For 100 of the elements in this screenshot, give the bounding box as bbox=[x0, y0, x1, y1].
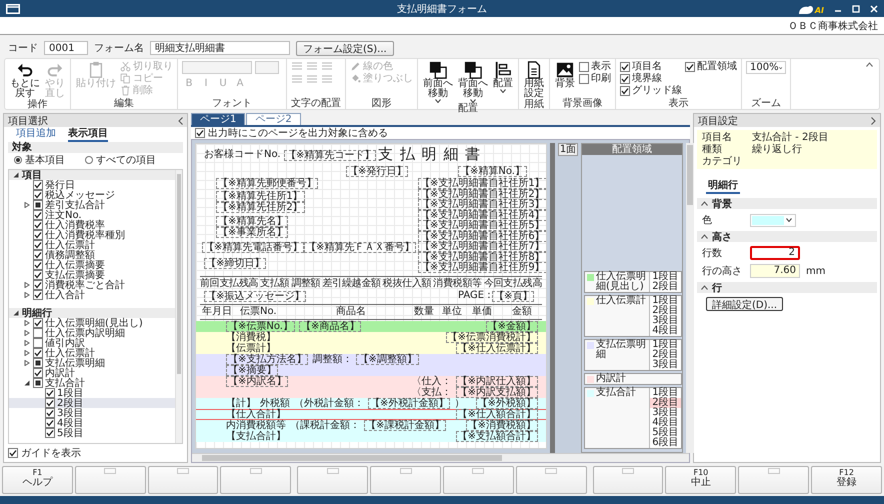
expand-icon[interactable] bbox=[871, 116, 876, 124]
checkbox[interactable] bbox=[8, 448, 18, 458]
checkbox[interactable] bbox=[620, 74, 630, 84]
collapsed-arrow-icon[interactable] bbox=[23, 340, 31, 346]
tree-item[interactable]: 仕入伝票摘要 bbox=[9, 260, 175, 270]
tree-item[interactable]: 仕入消費税率 bbox=[9, 220, 175, 230]
band-legend[interactable]: 支払伝票明細 1段目 2段目 3段目 bbox=[584, 339, 682, 371]
input-field[interactable]: 7.60 bbox=[750, 264, 800, 278]
close-icon[interactable] bbox=[870, 4, 878, 12]
section-header[interactable]: 背景 bbox=[697, 198, 877, 209]
checkbox[interactable] bbox=[33, 348, 43, 358]
checkbox[interactable] bbox=[45, 388, 55, 398]
checkbox[interactable] bbox=[33, 270, 43, 280]
checkbox[interactable] bbox=[33, 260, 43, 270]
tree-item[interactable]: 消費税率ごと合計 bbox=[9, 280, 175, 290]
checkbox[interactable] bbox=[33, 200, 43, 210]
function-key[interactable]: F10 中止 bbox=[665, 466, 736, 494]
checkbox[interactable] bbox=[620, 62, 630, 72]
maximize-icon[interactable] bbox=[852, 4, 860, 12]
expanded-arrow-icon[interactable] bbox=[12, 310, 20, 316]
tree-group-header[interactable]: 項目 bbox=[9, 170, 175, 180]
band-legend[interactable]: 仕入伝票計 1段目 2段目 3段目 4段目 bbox=[584, 295, 682, 337]
collapse-ribbon-icon[interactable] bbox=[866, 62, 873, 67]
tree-item[interactable]: 支払伝票摘要 bbox=[9, 270, 175, 280]
ribbon-button[interactable]: 配置 bbox=[492, 61, 514, 93]
expanded-arrow-icon[interactable] bbox=[12, 172, 20, 178]
tree-item[interactable]: 5段目 bbox=[9, 428, 175, 438]
checkbox[interactable] bbox=[33, 358, 43, 368]
checkbox[interactable] bbox=[579, 74, 589, 84]
band-legend[interactable]: 支払合計 1段目 2段目 3段目 4段目 5段目 6段目 bbox=[584, 387, 682, 449]
checkbox[interactable] bbox=[33, 290, 43, 300]
scrollbar[interactable] bbox=[686, 143, 694, 453]
tree-item[interactable]: 支払合計 bbox=[9, 378, 175, 388]
side-tab[interactable]: 1面 bbox=[558, 143, 578, 156]
form-settings-button[interactable]: フォーム設定(S)... bbox=[296, 40, 394, 56]
radio-button[interactable]: すべての項目 bbox=[85, 153, 156, 167]
checkbox[interactable] bbox=[620, 86, 630, 96]
dropdown[interactable]: 100% bbox=[746, 61, 786, 74]
checkbox[interactable] bbox=[33, 210, 43, 220]
checkbox[interactable] bbox=[45, 398, 55, 408]
tree-item[interactable]: 仕入伝票内訳明細 bbox=[9, 328, 175, 338]
checkbox[interactable] bbox=[33, 318, 43, 328]
detail-settings-button[interactable]: 詳細設定(D)... bbox=[706, 297, 784, 311]
radio-button[interactable]: 基本項目 bbox=[14, 153, 65, 167]
scrollbar[interactable] bbox=[192, 453, 689, 462]
code-field[interactable]: 0001 bbox=[44, 41, 88, 55]
collapsed-arrow-icon[interactable] bbox=[23, 282, 31, 288]
checkbox[interactable] bbox=[45, 428, 55, 438]
tree-item[interactable]: 3段目 bbox=[9, 408, 175, 418]
tree-item[interactable]: 税込メッセージ bbox=[9, 190, 175, 200]
band-legend[interactable]: 仕入伝票明細(見出し) 1段目 2段目 bbox=[584, 271, 682, 293]
collapsed-arrow-icon[interactable] bbox=[23, 330, 31, 336]
checkbox[interactable] bbox=[33, 230, 43, 240]
section-header[interactable]: 行 bbox=[697, 282, 877, 293]
tab[interactable]: 明細行 bbox=[706, 178, 740, 194]
checkbox[interactable] bbox=[33, 338, 43, 348]
tree-group-header[interactable]: 明細行 bbox=[9, 308, 175, 318]
tree-item[interactable]: 発行日 bbox=[9, 180, 175, 190]
function-key[interactable]: F12 登録 bbox=[811, 466, 882, 494]
page-tab[interactable]: ページ1 bbox=[191, 113, 246, 125]
tree-item[interactable]: 内訳計 bbox=[9, 368, 175, 378]
collapsed-arrow-icon[interactable] bbox=[23, 360, 31, 366]
tree-item[interactable]: 注文No. bbox=[9, 210, 175, 220]
input-field[interactable]: 2 bbox=[750, 246, 800, 260]
ribbon-button[interactable]: もとに 戻す bbox=[9, 61, 41, 99]
checkbox[interactable] bbox=[33, 220, 43, 230]
tree-item[interactable]: 債務調整額 bbox=[9, 250, 175, 260]
checkbox[interactable] bbox=[33, 368, 43, 378]
checkbox[interactable] bbox=[685, 62, 695, 72]
ribbon-button[interactable]: 用紙 設定 bbox=[523, 61, 545, 99]
band-legend[interactable]: 内訳計 bbox=[584, 373, 682, 385]
ribbon-button[interactable]: 背景 bbox=[554, 61, 576, 89]
checkbox[interactable] bbox=[33, 328, 43, 338]
tab[interactable]: 項目追加 bbox=[16, 128, 56, 140]
tree-item[interactable]: 支払伝票明細 bbox=[9, 358, 175, 368]
tree-item[interactable]: 4段目 bbox=[9, 418, 175, 428]
color-dropdown[interactable] bbox=[750, 214, 796, 226]
checkbox[interactable] bbox=[579, 62, 589, 72]
collapsed-arrow-icon[interactable] bbox=[23, 350, 31, 356]
function-key[interactable]: F1 ヘルプ bbox=[2, 466, 73, 494]
tree-item[interactable]: 仕入合計 bbox=[9, 290, 175, 300]
tree-item[interactable]: 仕入伝票明細(見出し) bbox=[9, 318, 175, 328]
tree-item[interactable]: 差引支払合計 bbox=[9, 200, 175, 210]
checkbox[interactable] bbox=[33, 180, 43, 190]
checkbox[interactable] bbox=[33, 378, 43, 388]
section-header[interactable]: 高さ bbox=[697, 231, 877, 242]
checkbox[interactable] bbox=[45, 408, 55, 418]
tree-item[interactable]: 仕入伝票計 bbox=[9, 348, 175, 358]
page-tab[interactable]: ページ2 bbox=[246, 113, 301, 125]
checkbox[interactable] bbox=[33, 190, 43, 200]
collapsed-arrow-icon[interactable] bbox=[23, 202, 31, 208]
collapse-icon[interactable] bbox=[178, 116, 183, 124]
collapsed-arrow-icon[interactable] bbox=[23, 320, 31, 326]
checkbox[interactable] bbox=[33, 250, 43, 260]
ribbon-button[interactable]: 前面へ 移動 bbox=[422, 61, 454, 103]
collapsed-arrow-icon[interactable] bbox=[23, 292, 31, 298]
form-name-field[interactable]: 明細支払明細書 bbox=[150, 41, 290, 55]
tree-item[interactable]: 値引内訳 bbox=[9, 338, 175, 348]
scrollbar[interactable] bbox=[175, 170, 182, 443]
checkbox[interactable] bbox=[33, 240, 43, 250]
